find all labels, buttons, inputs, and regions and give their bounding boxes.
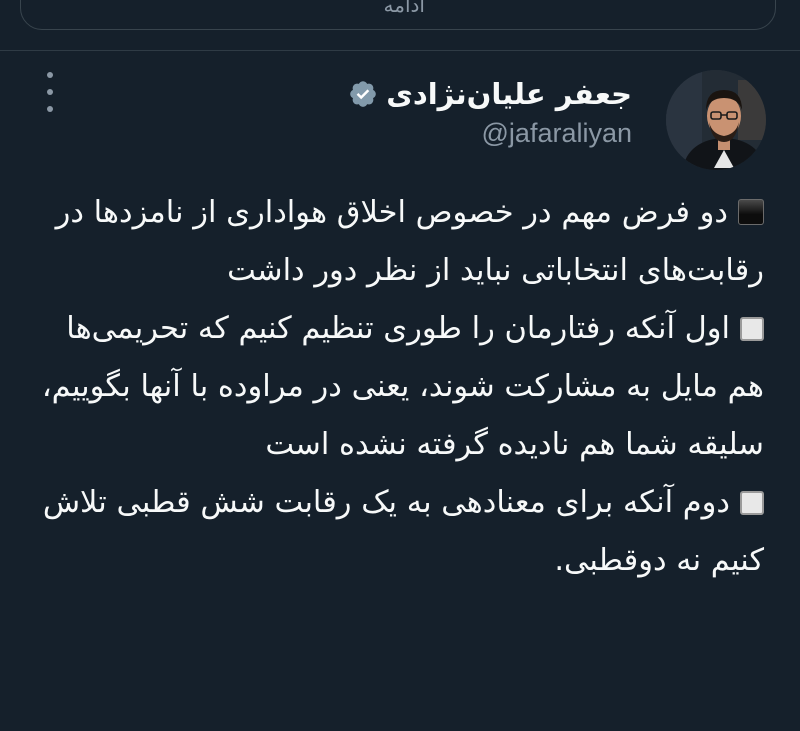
- white-square-icon: [740, 491, 764, 515]
- paragraph-text: دوم آنکه برای معنادهی به یک رقابت شش قطب…: [42, 485, 764, 578]
- more-vertical-icon[interactable]: [38, 72, 62, 112]
- black-square-icon: [738, 199, 764, 225]
- previous-card-text: ادامه: [383, 0, 425, 17]
- previous-quote-card[interactable]: ادامه: [20, 0, 776, 30]
- tweet-text: دو فرض مهم در خصوص اخلاق هواداری از نامز…: [34, 184, 764, 590]
- avatar-photo: [666, 70, 766, 170]
- divider: [0, 50, 800, 51]
- paragraph-text: اول آنکه رفتارمان را طوری تنظیم کنیم که …: [41, 311, 764, 462]
- author-handle[interactable]: @jafaraliyan: [482, 118, 632, 149]
- paragraph-text: دو فرض مهم در خصوص اخلاق هواداری از نامز…: [55, 195, 764, 288]
- author-name-row[interactable]: جعفر علیان‌نژادی: [348, 72, 632, 116]
- avatar[interactable]: [666, 70, 766, 170]
- tweet-paragraph-2: اول آنکه رفتارمان را طوری تنظیم کنیم که …: [34, 300, 764, 474]
- tweet-page: ادامه جعفر علیان‌نژادی @jafaraliyan: [0, 0, 800, 731]
- white-square-icon: [740, 317, 764, 341]
- tweet-paragraph-3: دوم آنکه برای معنادهی به یک رقابت شش قطب…: [34, 474, 764, 590]
- author-display-name[interactable]: جعفر علیان‌نژادی: [386, 77, 632, 111]
- verified-badge-icon: [350, 81, 377, 107]
- tweet-paragraph-1: دو فرض مهم در خصوص اخلاق هواداری از نامز…: [34, 184, 764, 300]
